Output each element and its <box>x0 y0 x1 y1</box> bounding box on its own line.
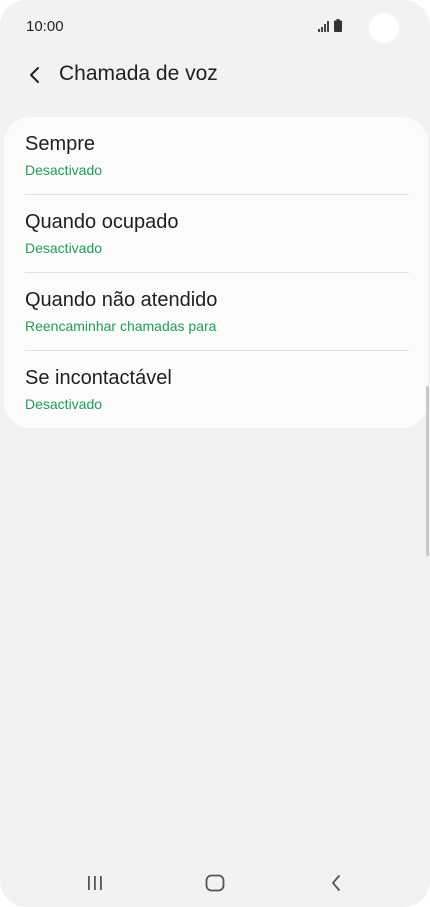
app-header: Chamada de voz <box>0 52 430 100</box>
chevron-left-icon <box>30 67 39 83</box>
recent-apps-icon <box>88 875 102 890</box>
nav-back-button[interactable] <box>306 858 366 907</box>
battery-icon <box>334 19 342 32</box>
list-item-when-busy[interactable]: Quando ocupado Desactivado <box>4 195 428 273</box>
item-title: Quando não atendido <box>25 289 218 311</box>
home-button[interactable] <box>185 858 245 907</box>
page-title: Chamada de voz <box>59 62 218 85</box>
list-item-always[interactable]: Sempre Desactivado <box>4 117 428 195</box>
forwarding-options-card: Sempre Desactivado Quando ocupado Desact… <box>4 117 428 428</box>
item-status: Reencaminhar chamadas para <box>25 318 217 334</box>
back-icon <box>332 874 340 891</box>
item-status: Desactivado <box>25 396 103 412</box>
item-title: Quando ocupado <box>25 211 179 233</box>
scrollbar[interactable] <box>426 386 429 556</box>
navigation-bar <box>0 858 430 907</box>
list-item-when-unreachable[interactable]: Se incontactável Desactivado <box>4 351 428 428</box>
item-title: Se incontactável <box>25 367 172 389</box>
status-bar: 10:00 <box>0 0 430 52</box>
phone-screen: 10:00 Chamada de voz Sempre Desactivado <box>0 0 430 907</box>
status-time: 10:00 <box>26 18 64 35</box>
recent-apps-button[interactable] <box>65 858 125 907</box>
home-icon <box>205 874 225 891</box>
item-title: Sempre <box>25 133 96 155</box>
back-button[interactable] <box>20 60 50 90</box>
signal-icon <box>318 21 329 32</box>
front-camera-cutout <box>369 13 399 43</box>
item-status: Desactivado <box>25 162 103 178</box>
list-item-when-unanswered[interactable]: Quando não atendido Reencaminhar chamada… <box>4 273 428 351</box>
item-status: Desactivado <box>25 240 103 256</box>
